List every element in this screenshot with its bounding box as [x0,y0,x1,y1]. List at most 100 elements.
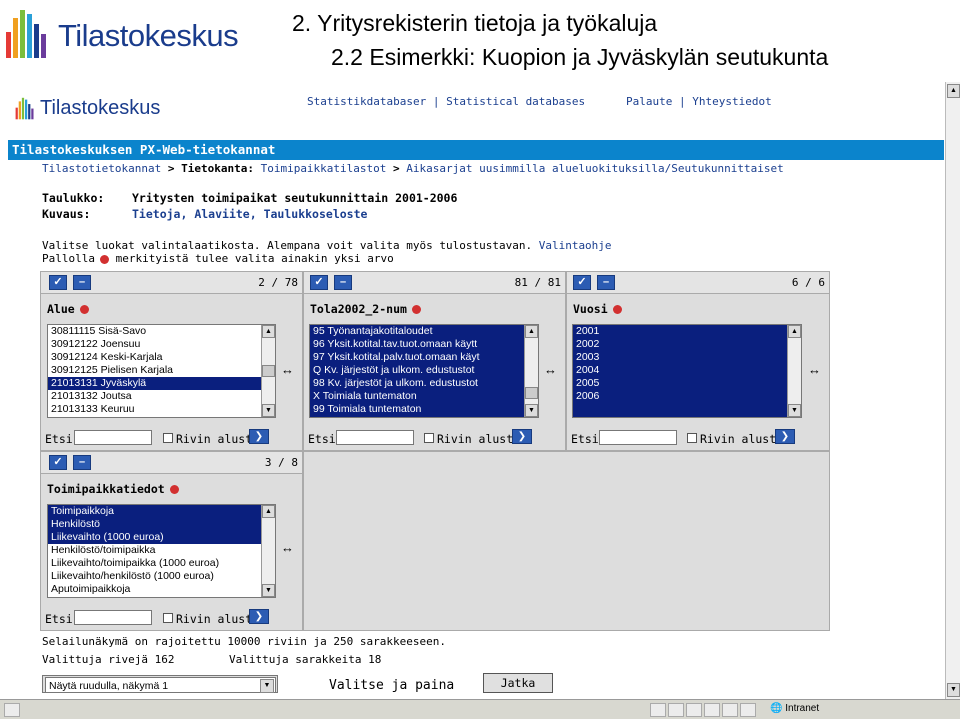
scroll-thumb[interactable] [262,365,275,377]
list-option[interactable]: 2005 [573,377,801,390]
list-option[interactable]: 98 Kv. järjestöt ja ulkom. edustustot [310,377,538,390]
search-input[interactable] [336,430,414,445]
listbox-tola[interactable]: 95 Työnantajakotitaloudet 96 Yksit.kotita… [309,324,539,418]
breadcrumb-folder[interactable]: Aikasarjat uusimmilla alueluokituksilla/… [406,162,784,175]
list-option[interactable]: Aputoimipaikkoja [48,583,275,596]
search-go-icon[interactable]: ❯ [775,429,795,444]
search-go-icon[interactable]: ❯ [249,429,269,444]
list-option[interactable]: Liikevaihto/toimipaikka (1000 euroa) [48,557,275,570]
dropdown-arrow-icon[interactable]: ▼ [260,679,274,693]
link-taulukkoseloste[interactable]: Taulukkoseloste [264,207,368,221]
link-statistikdatabaser[interactable]: Statistikdatabaser [307,95,426,108]
deselect-all-button[interactable]: – [334,275,352,290]
scroll-down-icon[interactable]: ▼ [262,404,275,417]
list-option[interactable]: 30912125 Pielisen Karjala [48,364,275,377]
list-option[interactable]: Liikevaihto (1000 euroa) [48,531,275,544]
select-all-button[interactable]: ✓ [49,455,67,470]
breadcrumb-database[interactable]: Toimipaikkatilastot [261,162,387,175]
list-option[interactable]: 2004 [573,364,801,377]
list-option[interactable]: Toimipaikkoja [48,505,275,518]
list-option[interactable]: 21013132 Joutsa [48,390,275,403]
listbox-vuosi[interactable]: 2001 2002 2003 2004 2005 2006 ▲ ▼ [572,324,802,418]
search-input[interactable] [599,430,677,445]
selection-count: 3 / 8 [264,456,298,469]
status-cell [650,703,666,717]
top-links-left: Statistikdatabaser | Statistical databas… [307,95,585,108]
deselect-all-button[interactable]: – [597,275,615,290]
breadcrumb-databases[interactable]: Tilastotietokannat [42,162,161,175]
swap-arrow-icon[interactable]: ↔ [544,362,557,377]
status-cell [740,703,756,717]
scroll-up-icon[interactable]: ▲ [262,505,275,518]
list-option[interactable]: 30912122 Joensuu [48,338,275,351]
link-tietoja[interactable]: Tietoja [132,207,180,221]
tilastokeskus-logo-icon [15,97,34,120]
listbox-toimipaikkatiedot[interactable]: Toimipaikkoja Henkilöstö Liikevaihto (1000… [47,504,276,598]
scroll-up-icon[interactable]: ▲ [788,325,801,338]
link-valintaohje[interactable]: Valintaohje [539,239,612,252]
scroll-down-icon[interactable]: ▼ [947,683,960,697]
list-option[interactable]: Henkilöstö [48,518,275,531]
continue-button[interactable]: Jatka [483,673,553,693]
variable-name: Vuosi [573,302,608,316]
row-start-checkbox[interactable] [163,613,173,623]
deselect-all-button[interactable]: – [73,455,91,470]
list-option[interactable]: 30912124 Keski-Karjala [48,351,275,364]
page-logo[interactable]: Tilastokeskus [14,94,194,126]
link-alaviite[interactable]: Alaviite [194,207,249,221]
list-option[interactable]: 2001 [573,325,801,338]
listbox-alue[interactable]: 30811115 Sisä-Savo 30912122 Joensuu 309121… [47,324,276,418]
panel-header: ✓ – 3 / 8 [41,452,302,474]
security-zone: 🌐 Intranet [770,703,819,714]
scrollbar[interactable]: ▲ ▼ [787,325,801,417]
list-option[interactable]: 2006 [573,390,801,403]
list-option[interactable]: 2002 [573,338,801,351]
select-all-button[interactable]: ✓ [310,275,328,290]
list-option[interactable]: 96 Yksit.kotital.tav.tuot.omaan käytt [310,338,538,351]
list-option[interactable]: Liikevaihto/henkilöstö (1000 euroa) [48,570,275,583]
scrollbar[interactable]: ▲ ▼ [261,325,275,417]
swap-arrow-icon[interactable]: ↔ [281,362,294,377]
scroll-down-icon[interactable]: ▼ [788,404,801,417]
list-option[interactable]: 30811115 Sisä-Savo [48,325,275,338]
list-option[interactable]: 95 Työnantajakotitaloudet [310,325,538,338]
scroll-down-icon[interactable]: ▼ [525,404,538,417]
scroll-thumb[interactable] [525,387,538,399]
search-go-icon[interactable]: ❯ [249,609,269,624]
scrollbar[interactable]: ▲ ▼ [524,325,538,417]
page-logo-text: Tilastokeskus [40,97,161,119]
list-option[interactable]: 2003 [573,351,801,364]
link-statistical-databases[interactable]: Statistical databases [446,95,585,108]
search-input[interactable] [74,430,152,445]
list-option[interactable]: Q Kv. järjestöt ja ulkom. edustustot [310,364,538,377]
swap-arrow-icon[interactable]: ↔ [281,540,294,555]
deselect-all-button[interactable]: – [73,275,91,290]
search-input[interactable] [74,610,152,625]
scroll-up-icon[interactable]: ▲ [262,325,275,338]
select-all-button[interactable]: ✓ [49,275,67,290]
list-option[interactable]: X Toimiala tuntematon [310,390,538,403]
list-option[interactable]: 21013131 Jyväskylä [48,377,275,390]
scroll-down-icon[interactable]: ▼ [262,584,275,597]
page-scrollbar[interactable]: ▲ ▼ [945,82,960,699]
row-start-checkbox[interactable] [687,433,697,443]
slide-subtitle: 2.2 Esimerkki: Kuopion ja Jyväskylän seu… [331,44,829,70]
scroll-up-icon[interactable]: ▲ [525,325,538,338]
list-option[interactable]: 97 Yksit.kotital.palv.tuot.omaan käyt [310,351,538,364]
row-start-checkbox[interactable] [424,433,434,443]
view-select[interactable]: Näytä ruudulla, näkymä 1 ▼ [45,677,276,693]
select-all-button[interactable]: ✓ [573,275,591,290]
swap-arrow-icon[interactable]: ↔ [808,362,821,377]
list-option[interactable]: 21013133 Keuruu [48,403,275,416]
globe-icon: 🌐 [770,703,783,714]
breadcrumb: Tilastotietokannat > Tietokanta: Toimipa… [42,162,784,175]
variable-title: Toimipaikkatiedot [47,482,179,496]
search-go-icon[interactable]: ❯ [512,429,532,444]
list-option[interactable]: Henkilöstö/toimipaikka [48,544,275,557]
list-option[interactable]: 99 Toimiala tuntematon [310,403,538,416]
scroll-up-icon[interactable]: ▲ [947,84,960,98]
row-start-checkbox[interactable] [163,433,173,443]
link-palaute[interactable]: Palaute [626,95,672,108]
scrollbar[interactable]: ▲ ▼ [261,505,275,597]
link-yhteystiedot[interactable]: Yhteystiedot [692,95,771,108]
